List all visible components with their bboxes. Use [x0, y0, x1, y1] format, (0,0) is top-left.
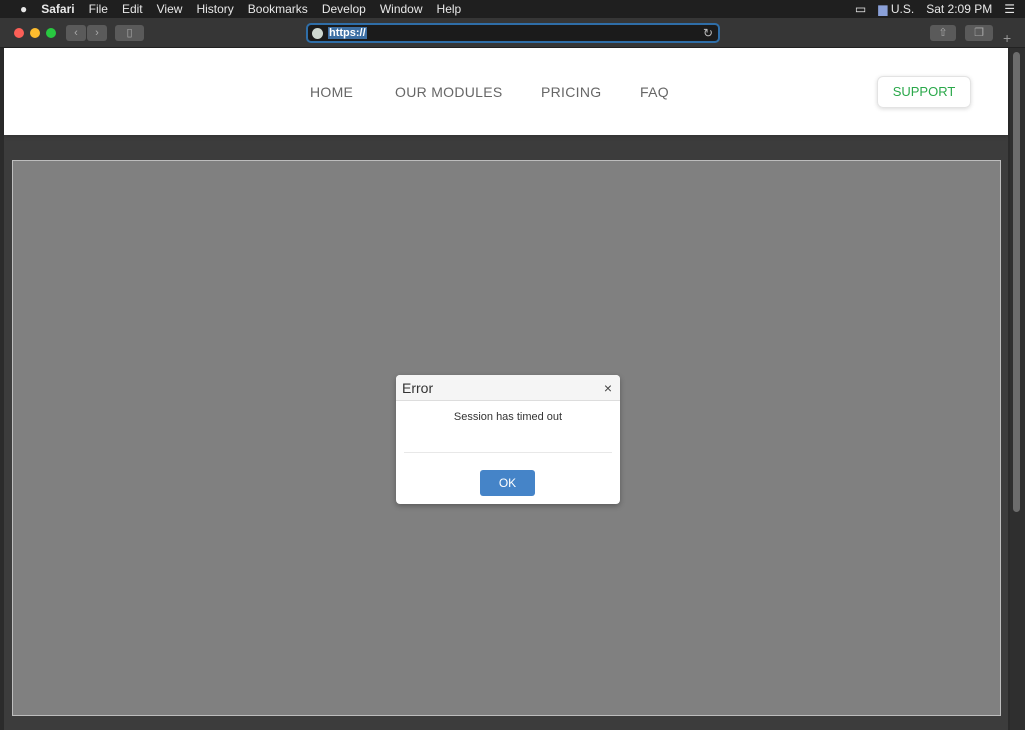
menu-view[interactable]: View: [157, 2, 183, 16]
input-source-label: U.S.: [890, 2, 915, 16]
scrollbar-thumb[interactable]: [1013, 52, 1020, 512]
menu-help[interactable]: Help: [437, 2, 462, 16]
sidebar-icon[interactable]: ▯: [115, 25, 144, 41]
dialog-header: Error ×: [396, 375, 620, 401]
tabs-overview-icon[interactable]: ❐: [965, 25, 993, 41]
close-icon[interactable]: ×: [604, 380, 612, 396]
close-window-button[interactable]: [14, 28, 24, 38]
nav-our-modules[interactable]: OUR MODULES: [395, 84, 503, 100]
minimize-window-button[interactable]: [30, 28, 40, 38]
menu-bookmarks[interactable]: Bookmarks: [248, 2, 308, 16]
error-dialog: Error × Session has timed out OK: [396, 375, 620, 504]
site-nav: HOME OUR MODULES PRICING FAQ SUPPORT: [4, 48, 1008, 135]
browser-toolbar: ‹ › ▯ https:// ↻ ⇧ ❐ +: [0, 18, 1025, 48]
zoom-window-button[interactable]: [46, 28, 56, 38]
apple-icon[interactable]: ●: [20, 2, 27, 16]
dialog-message: Session has timed out: [404, 401, 612, 453]
clock[interactable]: Sat 2:09 PM: [926, 2, 992, 16]
forward-button[interactable]: ›: [87, 25, 107, 41]
flag-icon: ▆: [878, 2, 888, 16]
nav-home[interactable]: HOME: [310, 84, 353, 100]
new-tab-icon[interactable]: +: [1003, 30, 1011, 46]
nav-pricing[interactable]: PRICING: [541, 84, 601, 100]
input-source[interactable]: ▆ U.S.: [878, 2, 914, 16]
support-button[interactable]: SUPPORT: [877, 76, 971, 108]
menu-window[interactable]: Window: [380, 2, 423, 16]
menu-edit[interactable]: Edit: [122, 2, 143, 16]
menu-history[interactable]: History: [196, 2, 233, 16]
menu-app[interactable]: Safari: [41, 2, 74, 16]
nav-faq[interactable]: FAQ: [640, 84, 669, 100]
dialog-title: Error: [402, 380, 434, 396]
menu-file[interactable]: File: [89, 2, 108, 16]
url-text[interactable]: https://: [328, 27, 367, 39]
globe-icon: [312, 28, 323, 39]
reload-icon[interactable]: ↻: [703, 26, 713, 40]
notification-center-icon[interactable]: ☰: [1004, 2, 1015, 16]
share-icon[interactable]: ⇧: [930, 25, 956, 41]
ok-button[interactable]: OK: [480, 470, 535, 496]
back-button[interactable]: ‹: [66, 25, 86, 41]
address-bar[interactable]: https:// ↻: [306, 23, 720, 43]
scrollbar[interactable]: [1010, 48, 1025, 730]
menu-develop[interactable]: Develop: [322, 2, 366, 16]
airplay-icon[interactable]: ▭: [855, 2, 866, 16]
menu-bar: ● Safari File Edit View History Bookmark…: [0, 0, 1025, 18]
